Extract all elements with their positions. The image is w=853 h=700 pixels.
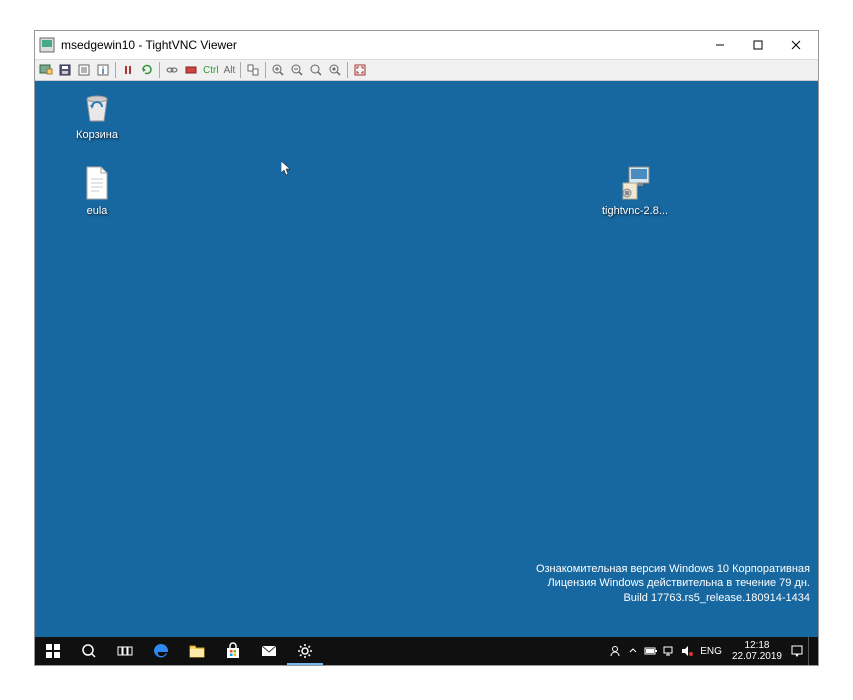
explorer-button[interactable] bbox=[179, 637, 215, 665]
start-button[interactable] bbox=[35, 637, 71, 665]
zoom-out-icon[interactable] bbox=[288, 61, 306, 79]
info-icon[interactable]: i bbox=[94, 61, 112, 79]
desktop-area[interactable]: Корзина eula tightvnc-2.8... bbox=[35, 81, 818, 637]
pause-icon[interactable] bbox=[119, 61, 137, 79]
desktop-icon-label: eula bbox=[59, 205, 135, 217]
titlebar: msedgewin10 - TightVNC Viewer bbox=[35, 31, 818, 59]
battery-icon[interactable] bbox=[642, 637, 660, 665]
new-connection-icon[interactable] bbox=[37, 61, 55, 79]
clock[interactable]: 12:18 22.07.2019 bbox=[726, 640, 788, 662]
desktop-icon-label: Корзина bbox=[59, 129, 135, 141]
alt-key-button[interactable]: Alt bbox=[222, 65, 238, 76]
people-icon[interactable] bbox=[606, 637, 624, 665]
watermark-line: Лицензия Windows действительна в течение… bbox=[536, 576, 810, 590]
show-desktop-button[interactable] bbox=[808, 637, 814, 665]
transfer-icon[interactable] bbox=[244, 61, 262, 79]
edge-button[interactable] bbox=[143, 637, 179, 665]
close-button[interactable] bbox=[786, 35, 806, 55]
ctrl-alt-del-icon[interactable] bbox=[163, 61, 181, 79]
zoom-auto-icon[interactable] bbox=[326, 61, 344, 79]
action-center-icon[interactable] bbox=[788, 637, 806, 665]
toolbar-separator bbox=[265, 62, 266, 78]
toolbar-separator bbox=[115, 62, 116, 78]
watermark-line: Build 17763.rs5_release.180914-1434 bbox=[536, 591, 810, 605]
recycle-bin-icon bbox=[77, 87, 117, 127]
settings-button[interactable] bbox=[287, 637, 323, 665]
ctrl-esc-icon[interactable] bbox=[182, 61, 200, 79]
desktop-icon-tightvnc[interactable]: tightvnc-2.8... bbox=[597, 163, 673, 217]
search-button[interactable] bbox=[71, 637, 107, 665]
zoom-100-icon[interactable] bbox=[307, 61, 325, 79]
tray-chevron-icon[interactable] bbox=[624, 637, 642, 665]
cursor-icon bbox=[281, 161, 293, 182]
desktop-icon-recycle-bin[interactable]: Корзина bbox=[59, 87, 135, 141]
toolbar: i Ctrl Alt bbox=[35, 59, 818, 81]
taskbar: ENG 12:18 22.07.2019 bbox=[35, 637, 818, 665]
minimize-button[interactable] bbox=[710, 35, 730, 55]
toolbar-separator bbox=[240, 62, 241, 78]
save-icon[interactable] bbox=[56, 61, 74, 79]
svg-text:i: i bbox=[102, 66, 105, 77]
app-icon bbox=[39, 37, 55, 53]
desktop-icon-eula[interactable]: eula bbox=[59, 163, 135, 217]
network-icon[interactable] bbox=[660, 637, 678, 665]
volume-icon[interactable] bbox=[678, 637, 696, 665]
windows-watermark: Ознакомительная версия Windows 10 Корпор… bbox=[536, 562, 810, 605]
task-view-button[interactable] bbox=[107, 637, 143, 665]
zoom-in-icon[interactable] bbox=[269, 61, 287, 79]
watermark-line: Ознакомительная версия Windows 10 Корпор… bbox=[536, 562, 810, 576]
clock-date: 22.07.2019 bbox=[732, 651, 782, 662]
clock-time: 12:18 bbox=[732, 640, 782, 651]
toolbar-separator bbox=[159, 62, 160, 78]
store-button[interactable] bbox=[215, 637, 251, 665]
options-icon[interactable] bbox=[75, 61, 93, 79]
window-title: msedgewin10 - TightVNC Viewer bbox=[61, 38, 710, 52]
installer-icon bbox=[615, 163, 655, 203]
toolbar-separator bbox=[347, 62, 348, 78]
document-icon bbox=[77, 163, 117, 203]
refresh-icon[interactable] bbox=[138, 61, 156, 79]
desktop-icon-label: tightvnc-2.8... bbox=[597, 205, 673, 217]
remote-desktop-view[interactable]: Корзина eula tightvnc-2.8... bbox=[35, 81, 818, 665]
maximize-button[interactable] bbox=[748, 35, 768, 55]
language-indicator[interactable]: ENG bbox=[696, 646, 726, 657]
ctrl-key-button[interactable]: Ctrl bbox=[201, 65, 221, 76]
fullscreen-icon[interactable] bbox=[351, 61, 369, 79]
mail-button[interactable] bbox=[251, 637, 287, 665]
